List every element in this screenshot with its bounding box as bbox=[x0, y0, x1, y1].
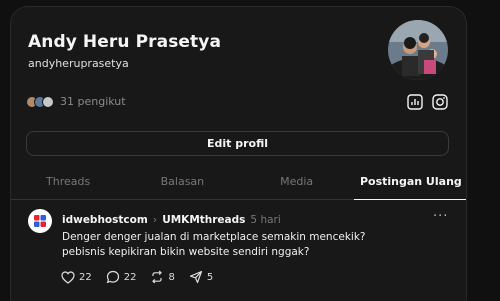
like-count: 22 bbox=[79, 271, 92, 283]
post-text-line: pebisnis kepikiran bikin website sendiri… bbox=[62, 246, 310, 258]
share-button[interactable]: 5 bbox=[189, 270, 213, 284]
tab-media[interactable]: Media bbox=[239, 169, 354, 200]
tab-threads[interactable]: Threads bbox=[11, 169, 126, 200]
repost-count: 8 bbox=[168, 271, 175, 283]
idwebhost-logo-icon bbox=[34, 215, 46, 227]
heart-icon bbox=[61, 270, 75, 284]
post-author[interactable]: idwebhostcom bbox=[62, 214, 148, 226]
post-header: idwebhostcom › UMKMthreads 5 hari bbox=[62, 213, 281, 226]
post-timestamp: 5 hari bbox=[250, 213, 281, 226]
display-name: Andy Heru Prasetya bbox=[28, 32, 222, 52]
repost-button[interactable]: 8 bbox=[150, 270, 175, 284]
reply-count: 22 bbox=[123, 271, 137, 283]
post-reposted-from[interactable]: UMKMthreads bbox=[162, 214, 245, 226]
edit-profile-button[interactable]: Edit profil bbox=[26, 131, 449, 156]
profile-panel: Andy Heru Prasetya andyheruprasetya 31 p… bbox=[10, 6, 467, 301]
tab-replies[interactable]: Balasan bbox=[125, 169, 240, 200]
follower-avatars bbox=[26, 95, 54, 108]
post-actions: 22 22 8 5 bbox=[61, 270, 213, 284]
post-author-avatar[interactable] bbox=[28, 209, 52, 233]
follower-avatar bbox=[42, 95, 54, 108]
profile-tabs: Threads Balasan Media Postingan Ulang bbox=[11, 169, 466, 200]
share-count: 5 bbox=[206, 271, 214, 283]
instagram-icon[interactable] bbox=[431, 93, 449, 111]
repost-icon bbox=[152, 270, 163, 284]
post-body: Denger denger jualan di marketplace sema… bbox=[62, 230, 392, 260]
like-button[interactable]: 22 bbox=[61, 270, 92, 284]
more-dots-icon[interactable]: ··· bbox=[433, 209, 448, 224]
chevron-right-icon: › bbox=[152, 213, 158, 226]
reply-button[interactable]: 22 bbox=[106, 270, 137, 284]
followers-count: 31 pengikut bbox=[60, 95, 126, 108]
comment-icon bbox=[106, 270, 119, 284]
followers-row[interactable]: 31 pengikut bbox=[26, 95, 126, 108]
post-text-line: Denger denger jualan di marketplace sema… bbox=[62, 231, 366, 243]
profile-avatar[interactable] bbox=[388, 20, 448, 80]
bar-chart-icon[interactable] bbox=[406, 93, 424, 111]
username: andyheruprasetya bbox=[28, 57, 129, 70]
send-icon bbox=[189, 270, 202, 284]
tab-reposts[interactable]: Postingan Ulang bbox=[353, 169, 466, 200]
